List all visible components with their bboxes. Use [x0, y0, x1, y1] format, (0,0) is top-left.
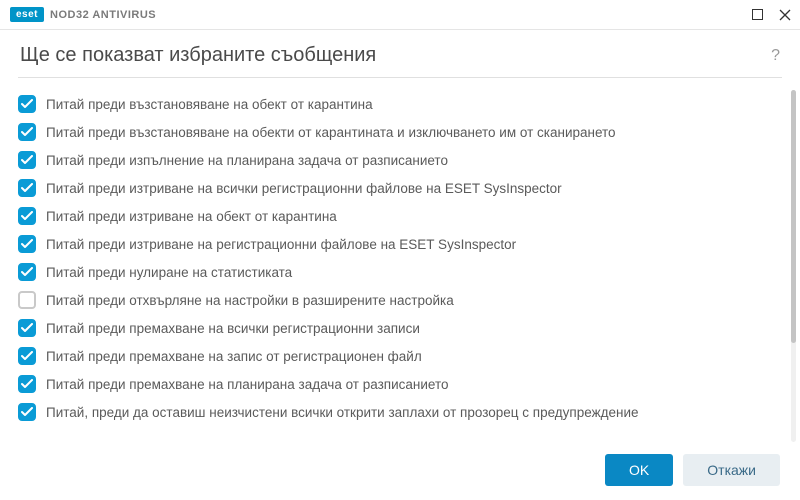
cancel-button[interactable]: Откажи — [683, 454, 780, 486]
dialog-header: Ще се показват избраните съобщения ? — [0, 30, 800, 77]
checkbox-label[interactable]: Питай преди изтриване на всички регистра… — [46, 181, 562, 196]
checkbox[interactable] — [18, 263, 36, 281]
check-icon — [21, 379, 33, 389]
checkbox[interactable] — [18, 347, 36, 365]
checkbox[interactable] — [18, 291, 36, 309]
scrollbar[interactable] — [791, 90, 796, 442]
checkbox[interactable] — [18, 235, 36, 253]
check-icon — [21, 99, 33, 109]
titlebar-logo: eset NOD32 ANTIVIRUS — [10, 7, 156, 22]
checkbox[interactable] — [18, 375, 36, 393]
checkbox-label[interactable]: Питай преди възстановяване на обекти от … — [46, 125, 616, 140]
close-icon — [779, 9, 791, 21]
list-item: Питай преди изтриване на всички регистра… — [18, 174, 780, 202]
header-divider — [18, 77, 782, 78]
product-name: NOD32 ANTIVIRUS — [50, 9, 156, 21]
dialog-footer: OK Откажи — [0, 442, 800, 500]
scrollbar-thumb[interactable] — [791, 90, 796, 343]
checkbox[interactable] — [18, 403, 36, 421]
list-item: Питай преди отхвърляне на настройки в ра… — [18, 286, 780, 314]
check-icon — [21, 127, 33, 137]
messages-list: Питай преди възстановяване на обект от к… — [0, 90, 800, 442]
check-icon — [21, 183, 33, 193]
list-item: Питай преди изтриване на обект от карант… — [18, 202, 780, 230]
list-item: Питай преди премахване на всички регистр… — [18, 314, 780, 342]
check-icon — [21, 407, 33, 417]
ok-button[interactable]: OK — [605, 454, 673, 486]
list-item: Питай преди премахване на планирана зада… — [18, 370, 780, 398]
help-icon: ? — [771, 47, 780, 64]
check-icon — [21, 323, 33, 333]
checkbox[interactable] — [18, 179, 36, 197]
checkbox-label[interactable]: Питай, преди да оставиш неизчистени всич… — [46, 405, 639, 420]
checkbox-label[interactable]: Питай преди премахване на планирана зада… — [46, 377, 449, 392]
maximize-button[interactable] — [750, 8, 764, 22]
checkbox[interactable] — [18, 151, 36, 169]
check-icon — [21, 239, 33, 249]
checkbox-label[interactable]: Питай преди изпълнение на планирана зада… — [46, 153, 448, 168]
check-icon — [21, 211, 33, 221]
maximize-icon — [752, 9, 763, 20]
list-item: Питай преди възстановяване на обекти от … — [18, 118, 780, 146]
checkbox-label[interactable]: Питай преди премахване на запис от регис… — [46, 349, 422, 364]
list-item: Питай преди възстановяване на обект от к… — [18, 90, 780, 118]
check-icon — [21, 155, 33, 165]
checkbox-label[interactable]: Питай преди нулиране на статистиката — [46, 265, 292, 280]
checkbox-label[interactable]: Питай преди възстановяване на обект от к… — [46, 97, 373, 112]
list-item: Питай преди изпълнение на планирана зада… — [18, 146, 780, 174]
list-item: Питай преди нулиране на статистиката — [18, 258, 780, 286]
checkbox[interactable] — [18, 123, 36, 141]
help-button[interactable]: ? — [771, 47, 780, 65]
titlebar: eset NOD32 ANTIVIRUS — [0, 0, 800, 30]
list-item: Питай преди премахване на запис от регис… — [18, 342, 780, 370]
list-item: Питай, преди да оставиш неизчистени всич… — [18, 398, 780, 426]
checkbox[interactable] — [18, 319, 36, 337]
checkbox[interactable] — [18, 207, 36, 225]
check-icon — [21, 267, 33, 277]
window-controls — [750, 8, 792, 22]
check-icon — [21, 351, 33, 361]
checkbox[interactable] — [18, 95, 36, 113]
list-item: Питай преди изтриване на регистрационни … — [18, 230, 780, 258]
close-button[interactable] — [778, 8, 792, 22]
brand-badge: eset — [10, 7, 44, 22]
checkbox-label[interactable]: Питай преди премахване на всички регистр… — [46, 321, 420, 336]
checkbox-label[interactable]: Питай преди отхвърляне на настройки в ра… — [46, 293, 454, 308]
page-title: Ще се показват избраните съобщения — [20, 44, 376, 67]
checkbox-label[interactable]: Питай преди изтриване на обект от карант… — [46, 209, 337, 224]
checkbox-label[interactable]: Питай преди изтриване на регистрационни … — [46, 237, 516, 252]
